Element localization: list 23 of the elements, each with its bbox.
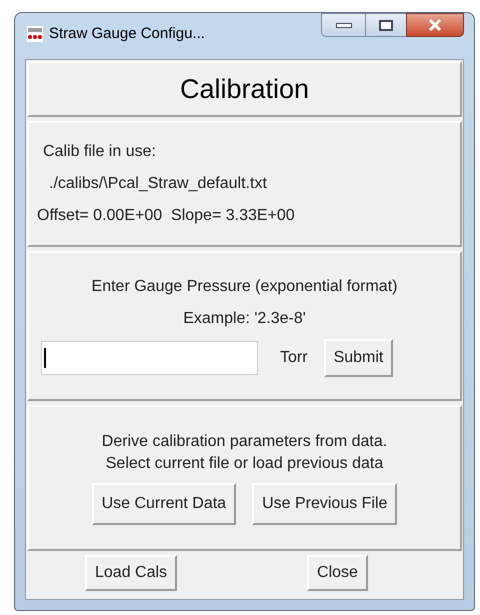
app-icon [27,26,43,42]
derive-text: Select current file or load previous data [106,454,384,474]
unit-label: Torr [280,348,308,368]
minimize-button[interactable] [321,13,366,37]
example-text: Example: '2.3e-8' [183,309,306,329]
pressure-input[interactable] [41,341,258,375]
submit-button[interactable]: Submit [324,339,394,377]
close-icon [428,19,442,31]
close-button[interactable] [406,13,464,37]
action-button[interactable]: Use Current Data [92,483,236,525]
calib-params: Offset= 0.00E+00 Slope= 3.33E+00 [37,206,296,226]
pressure-label: Enter Gauge Pressure (exponential format) [92,277,398,297]
calib-label: Calib file in use: [42,142,157,162]
minimize-icon [336,22,352,28]
window-title: Straw Gauge Configu... [49,24,205,44]
calib-file: ./calibs/\Pcal_Straw_default.txt [48,174,268,194]
action-button[interactable]: Use Previous File [252,483,398,525]
footer-button[interactable]: Load Cals [85,555,178,591]
derive-text: Derive calibration parameters from data. [102,432,388,452]
maximize-button[interactable] [366,13,406,37]
maximize-icon [379,20,393,30]
footer-button[interactable]: Close [307,555,368,591]
heading: Calibration [180,72,310,106]
